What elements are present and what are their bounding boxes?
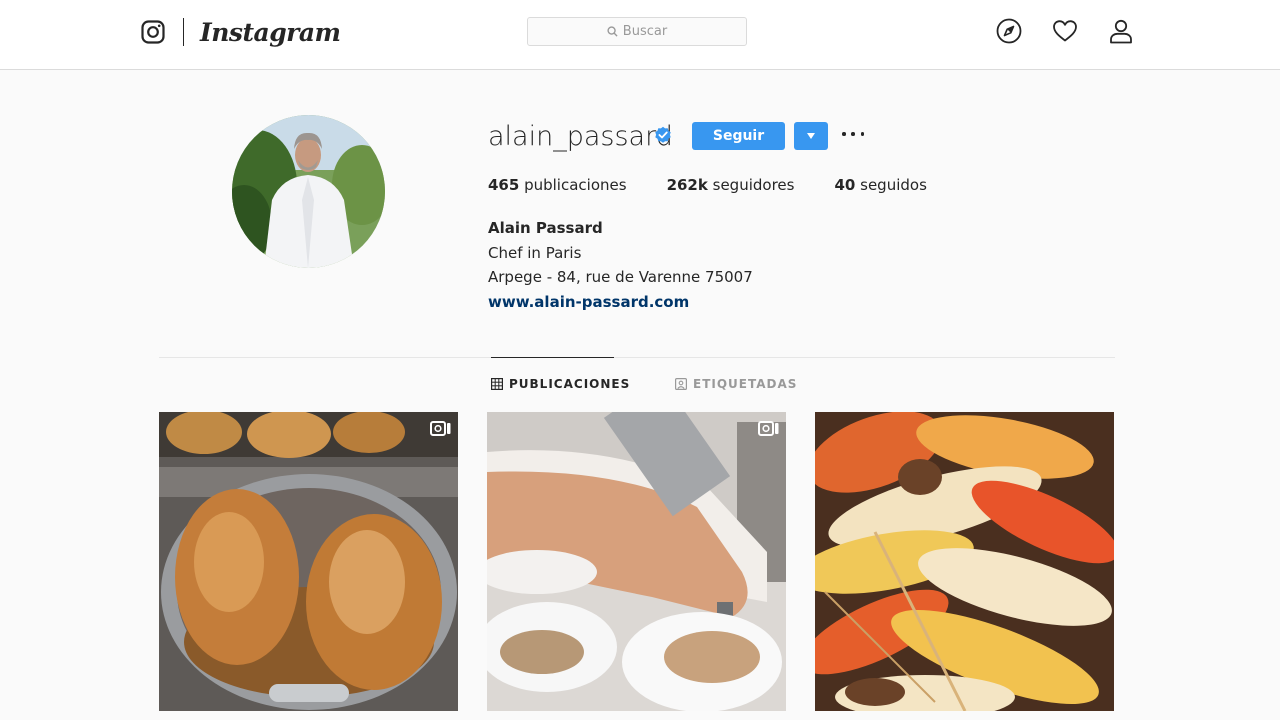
posts-stat: 465 publicaciones: [488, 176, 627, 194]
profile-stats: 465 publicaciones 262k seguidores 40 seg…: [488, 176, 967, 194]
follow-button[interactable]: Seguir: [692, 122, 785, 150]
bio-line: Chef in Paris: [488, 243, 582, 262]
post-thumbnail-sauce[interactable]: [487, 412, 786, 711]
followers-label: seguidores: [712, 176, 795, 194]
suggested-accounts-dropdown-button[interactable]: [794, 122, 828, 150]
following-count: 40: [834, 176, 856, 194]
active-tab-indicator: [491, 357, 614, 358]
grid-icon: [491, 378, 503, 390]
post-photo: [815, 412, 1114, 711]
post-thumbnail-roast-chicken[interactable]: [159, 412, 458, 711]
section-divider: [159, 357, 1115, 358]
following-stat[interactable]: 40 seguidos: [834, 176, 926, 194]
profile-avatar: [232, 115, 385, 268]
dot-icon: [842, 132, 846, 136]
tab-posts-label: PUBLICACIONES: [509, 377, 631, 391]
following-label: seguidos: [860, 176, 927, 194]
dot-icon: [860, 132, 864, 136]
dot-icon: [851, 132, 855, 136]
brand-divider: [183, 18, 184, 46]
followers-count: 262k: [666, 176, 708, 194]
tab-posts[interactable]: PUBLICACIONES: [491, 377, 630, 391]
caret-down-icon: [807, 133, 815, 139]
search-placeholder: Buscar: [622, 24, 668, 39]
followers-stat[interactable]: 262k seguidores: [667, 176, 795, 194]
post-photo: [159, 412, 458, 711]
nav-icon-group: [996, 18, 1134, 44]
video-indicator-icon: [430, 421, 451, 436]
post-thumbnail-langoustines[interactable]: [815, 412, 1114, 711]
avatar-photo: [232, 115, 385, 268]
tagged-person-icon: [675, 378, 687, 390]
explore-icon[interactable]: [996, 18, 1022, 44]
more-options-button[interactable]: [842, 128, 864, 140]
instagram-camera-icon: [141, 20, 165, 44]
tab-tagged-label: ETIQUETADAS: [693, 377, 798, 391]
top-navigation: Instagram Buscar: [0, 0, 1280, 70]
search-icon: [607, 26, 618, 37]
video-indicator-icon: [758, 421, 779, 436]
tab-tagged[interactable]: ETIQUETADAS: [675, 377, 797, 391]
search-input[interactable]: Buscar: [527, 17, 747, 46]
brand-wordmark: Instagram: [200, 17, 341, 47]
profile-bio: Alain Passard Chef in Paris Arpege - 84,…: [488, 216, 753, 314]
posts-label: publicaciones: [524, 176, 627, 194]
profile-username: alain_passard: [488, 121, 673, 152]
bio-full-name: Alain Passard: [488, 219, 603, 237]
post-photo: [487, 412, 786, 711]
heart-icon[interactable]: [1052, 18, 1078, 44]
brand-logo[interactable]: Instagram: [141, 17, 341, 47]
profile-icon[interactable]: [1108, 18, 1134, 44]
verified-badge-icon: [655, 126, 671, 143]
bio-line: Arpege - 84, rue de Varenne 75007: [488, 268, 753, 286]
posts-count: 465: [488, 176, 520, 194]
bio-website-link[interactable]: www.alain-passard.com: [488, 290, 753, 315]
